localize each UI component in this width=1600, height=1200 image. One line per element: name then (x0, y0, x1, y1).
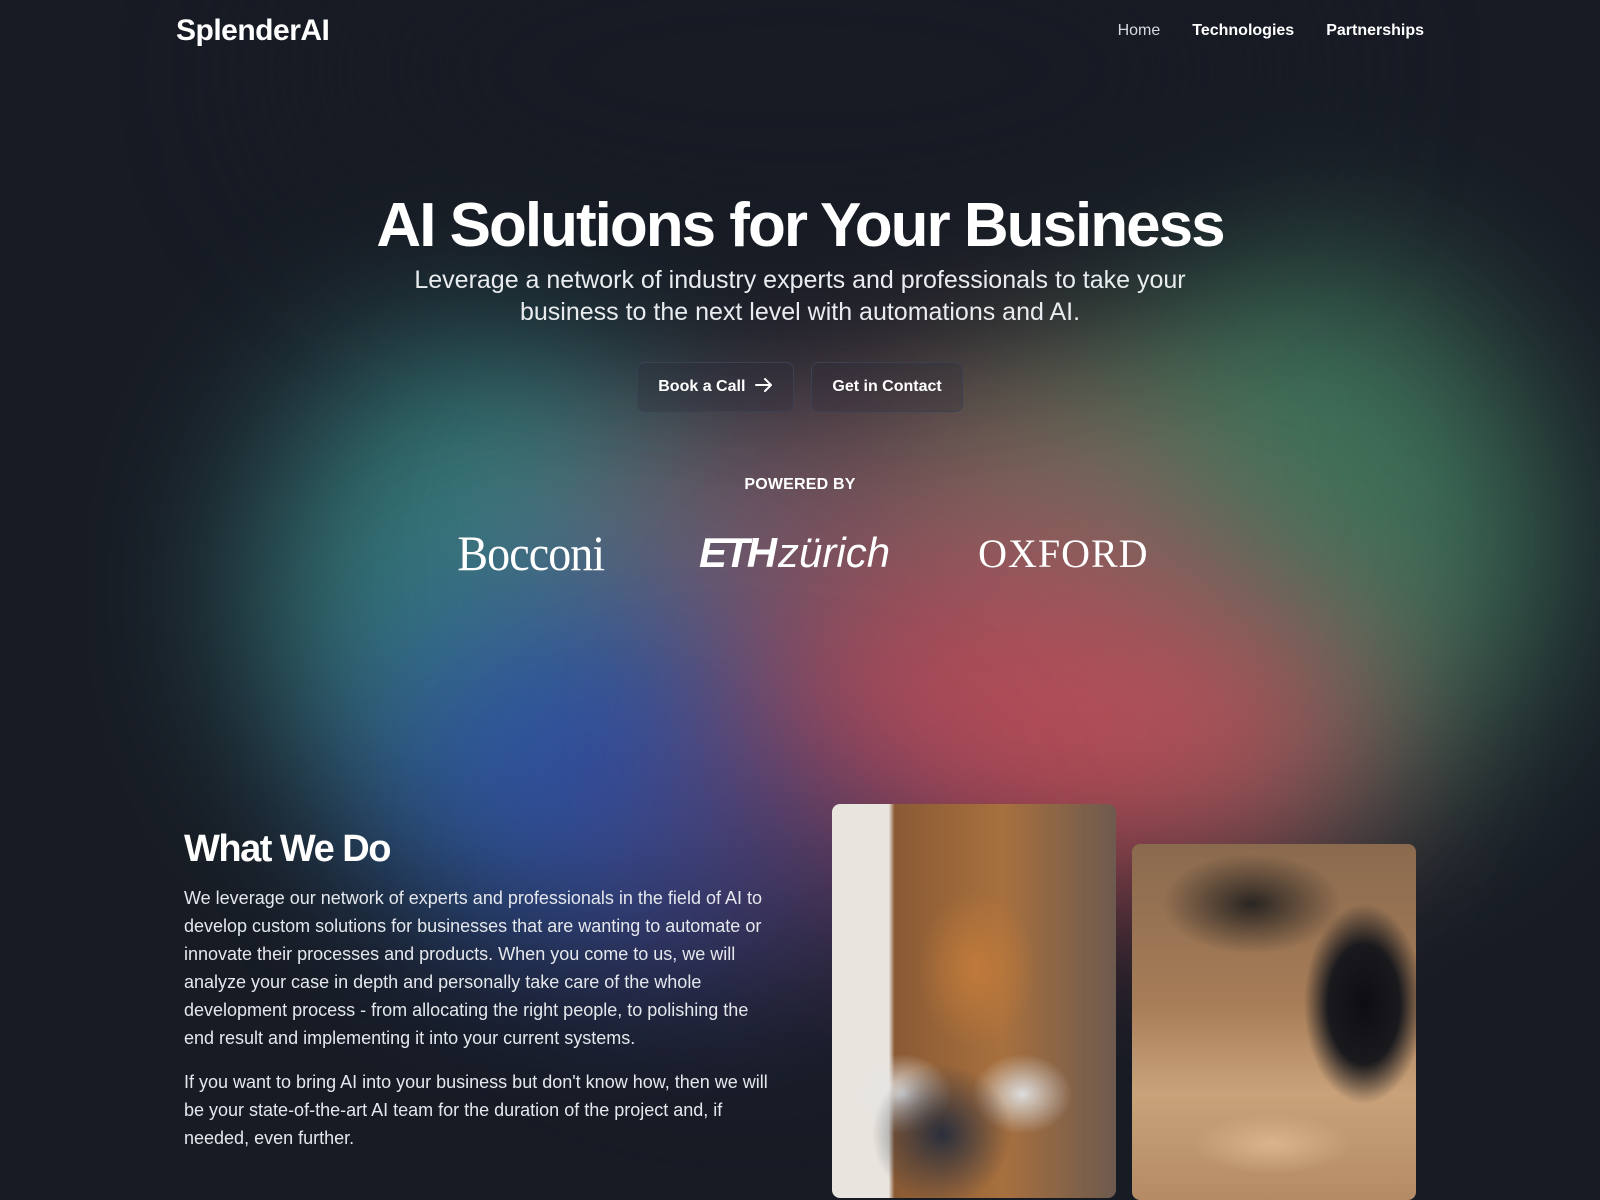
get-in-contact-label: Get in Contact (832, 378, 942, 395)
partner-logos: Bocconi ETH zürich OXFORD (0, 524, 1600, 582)
what-we-do-paragraph-1: We leverage our network of experts and p… (184, 888, 762, 1048)
arrow-right-icon (755, 377, 773, 398)
hero-subtitle: Leverage a network of industry experts a… (414, 266, 1186, 326)
get-in-contact-button[interactable]: Get in Contact (811, 362, 963, 412)
site-logo[interactable]: SplenderAI (176, 14, 330, 48)
book-call-label: Book a Call (658, 378, 746, 395)
powered-by-label: POWERED BY (744, 476, 856, 493)
what-we-do-section: What We Do We leverage our network of ex… (184, 822, 770, 1152)
hero-title: AI Solutions for Your Business (376, 191, 1225, 260)
what-we-do-heading: What We Do (184, 828, 391, 870)
nav-link-partnerships[interactable]: Partnerships (1326, 22, 1424, 40)
eth-logo-light: zürich (778, 529, 891, 576)
nav-link-technologies[interactable]: Technologies (1192, 22, 1294, 40)
nav-link-home[interactable]: Home (1118, 22, 1161, 40)
oxford-logo: OXFORD (978, 530, 1149, 576)
book-call-button[interactable]: Book a Call (637, 362, 795, 412)
top-navigation: SplenderAI Home Technologies Partnership… (176, 14, 1424, 48)
bocconi-logo: Bocconi (457, 525, 606, 581)
cta-group: Book a Call Get in Contact (0, 362, 1600, 412)
what-we-do-paragraph-2: If you want to bring AI into your busine… (184, 1072, 768, 1148)
team-photo (832, 804, 1116, 1198)
office-photo (1132, 844, 1416, 1200)
hero-section: AI Solutions for Your Business Leverage … (0, 188, 1600, 582)
nav-links: Home Technologies Partnerships (1118, 22, 1424, 40)
eth-logo-bold: ETH (699, 529, 777, 576)
eth-zurich-logo: ETH zürich (699, 529, 890, 577)
